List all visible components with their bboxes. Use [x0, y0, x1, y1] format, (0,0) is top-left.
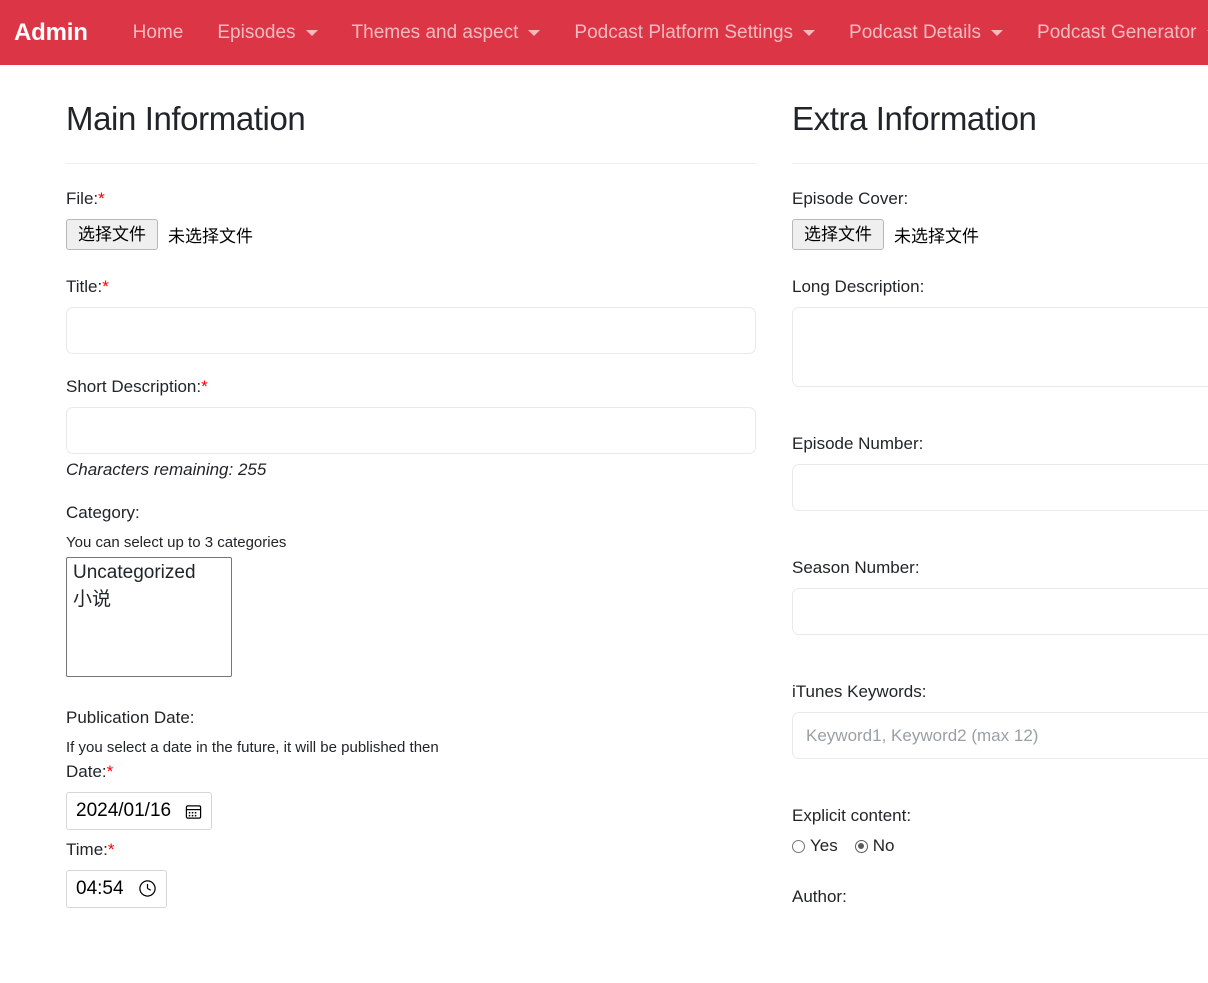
cover-file-status-text: 未选择文件: [894, 226, 979, 246]
required-marker: *: [106, 762, 114, 782]
episode-number-input[interactable]: [792, 464, 1208, 512]
nav-item-themes-and-aspect[interactable]: Themes and aspect: [335, 22, 558, 44]
section-divider: [66, 162, 756, 164]
nav-item-podcast-platform-settings[interactable]: Podcast Platform Settings: [557, 22, 832, 44]
category-label: Category:: [66, 503, 140, 523]
nav-item-home[interactable]: Home: [116, 22, 201, 44]
file-upload-row: 选择文件 未选择文件: [66, 218, 756, 250]
required-marker: *: [107, 840, 115, 860]
nav-item-label: Themes and aspect: [351, 21, 519, 43]
long-description-textarea[interactable]: [792, 307, 1208, 388]
extra-information-column: Extra Information Episode Cover: 选择文件 未选…: [792, 65, 1208, 918]
episode-cover-label: Episode Cover:: [792, 188, 909, 208]
chevron-down-icon: [991, 29, 1004, 36]
category-option-uncategorized[interactable]: Uncategorized: [69, 559, 231, 587]
short-description-label: Short Description:*: [66, 376, 756, 398]
season-number-input[interactable]: [792, 588, 1208, 636]
episode-number-label: Episode Number:: [792, 434, 924, 454]
season-number-label: Season Number:: [792, 558, 920, 578]
date-value: 2024/01/16: [76, 800, 172, 822]
short-description-label-text: Short Description:: [66, 377, 202, 397]
itunes-keywords-label: iTunes Keywords:: [792, 682, 927, 702]
time-input[interactable]: 04:54: [66, 870, 167, 908]
chevron-down-icon: [528, 29, 541, 36]
clock-icon[interactable]: [138, 879, 157, 898]
file-status-text: 未选择文件: [168, 226, 253, 246]
category-multi-select[interactable]: Uncategorized 小说: [66, 556, 232, 677]
file-label-text: File:: [66, 188, 99, 208]
long-description-label: Long Description:: [792, 276, 925, 296]
title-label-text: Title:: [66, 276, 103, 296]
required-marker: *: [201, 377, 208, 397]
title-input[interactable]: [66, 307, 756, 355]
explicit-no-label: No: [872, 836, 895, 856]
explicit-content-label: Explicit content:: [792, 806, 912, 826]
main-navbar: Admin Home Episodes Themes and aspect Po…: [0, 0, 1208, 65]
calendar-icon[interactable]: [185, 803, 202, 820]
episode-cover-upload-row: 选择文件 未选择文件: [792, 218, 1208, 250]
nav-item-episodes[interactable]: Episodes: [200, 22, 334, 44]
nav-item-label: Podcast Platform Settings: [574, 21, 794, 43]
nav-item-label: Podcast Generator: [1037, 21, 1197, 43]
explicit-no-radio[interactable]: [854, 839, 868, 853]
publication-date-helper-text: If you select a date in the future, it w…: [66, 738, 439, 756]
nav-item-label: Podcast Details: [849, 21, 982, 43]
explicit-content-radio-group: Yes No: [792, 836, 1208, 856]
nav-item-label: Home: [132, 21, 184, 43]
category-helper-text: You can select up to 3 categories: [66, 534, 287, 552]
main-information-column: Main Information File:* 选择文件 未选择文件 Title…: [66, 65, 756, 908]
main-information-heading: Main Information: [66, 100, 306, 137]
explicit-yes-label: Yes: [810, 836, 838, 856]
nav-item-podcast-details[interactable]: Podcast Details: [832, 22, 1020, 44]
date-input[interactable]: 2024/01/16: [66, 792, 213, 831]
title-label: Title:*: [66, 276, 756, 298]
author-label: Author:: [792, 887, 847, 907]
file-label: File:*: [66, 188, 756, 210]
required-marker: *: [98, 188, 105, 208]
extra-information-heading: Extra Information: [792, 100, 1037, 137]
chevron-down-icon: [305, 29, 318, 36]
time-label: Time:*: [66, 839, 756, 861]
date-label: Date:*: [66, 761, 756, 783]
itunes-keywords-input[interactable]: [792, 712, 1208, 760]
characters-remaining-text: Characters remaining: 255: [66, 460, 267, 480]
category-option-fiction[interactable]: 小说: [69, 586, 231, 614]
date-label-text: Date:: [66, 762, 107, 782]
page-content: Main Information File:* 选择文件 未选择文件 Title…: [0, 65, 1208, 918]
short-description-input[interactable]: [66, 407, 756, 455]
choose-cover-file-button[interactable]: 选择文件: [792, 218, 884, 250]
nav-item-podcast-generator[interactable]: Podcast Generator: [1020, 22, 1208, 44]
required-marker: *: [102, 276, 109, 296]
navbar-brand[interactable]: Admin: [14, 19, 88, 47]
chevron-down-icon: [803, 29, 816, 36]
choose-file-button[interactable]: 选择文件: [66, 218, 158, 250]
explicit-yes-radio[interactable]: [792, 839, 805, 853]
time-label-text: Time:: [66, 840, 108, 860]
section-divider: [792, 162, 1208, 164]
navbar-items: Home Episodes Themes and aspect Podcast …: [116, 22, 1208, 44]
publication-date-label: Publication Date:: [66, 707, 195, 727]
nav-item-label: Episodes: [217, 21, 296, 43]
time-value: 04:54: [76, 878, 124, 900]
